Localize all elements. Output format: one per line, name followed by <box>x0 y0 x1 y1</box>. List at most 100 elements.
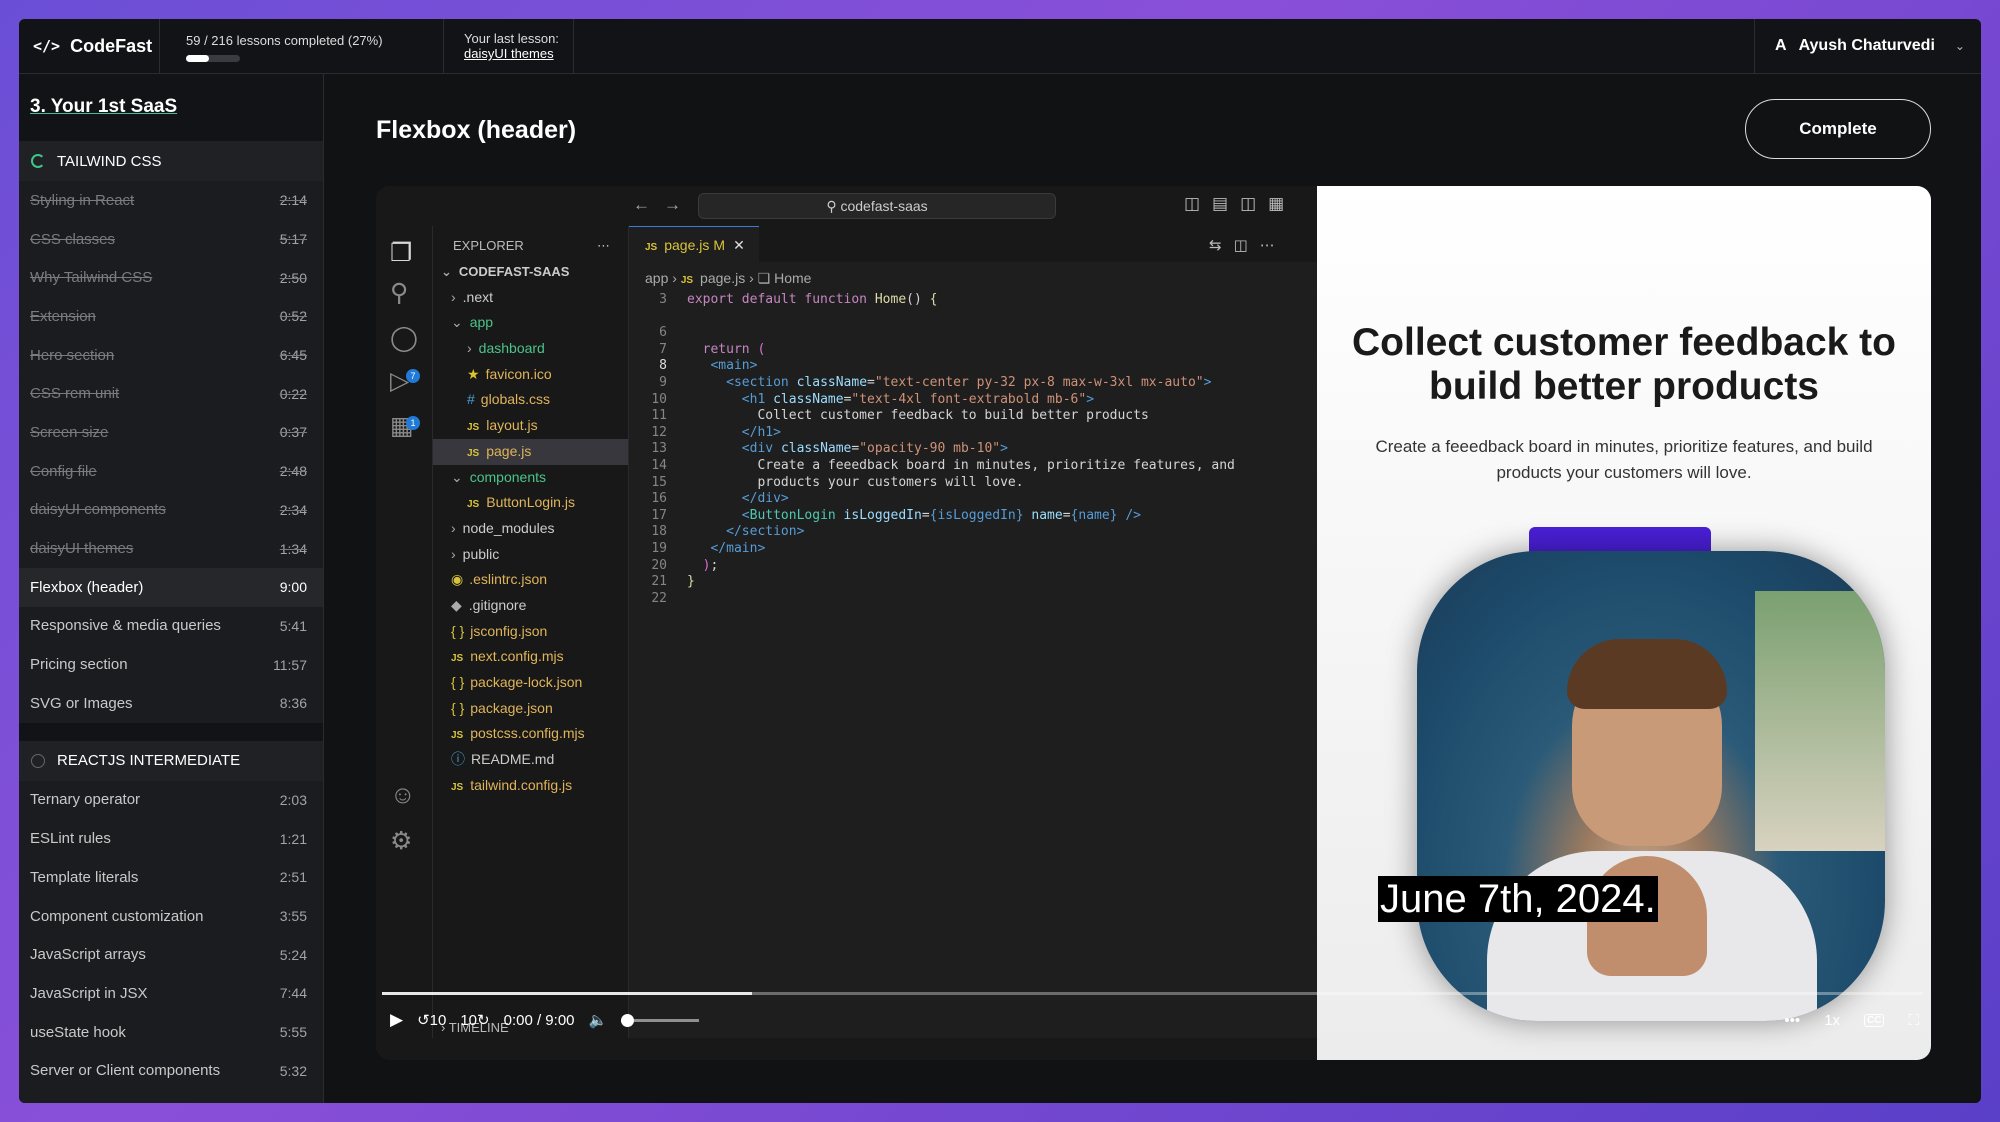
lesson-item[interactable]: CSS rem unit 0:22 <box>19 374 323 413</box>
code-line: 7 return ( <box>629 342 1309 359</box>
code-line: 20 ); <box>629 558 1309 575</box>
file-name: .eslintrc.json <box>469 571 548 588</box>
line-number: 9 <box>659 374 667 390</box>
lesson-item[interactable]: Flexbox (header) 9:00 <box>19 567 323 607</box>
lesson-item[interactable]: Ternary operator 2:03 <box>19 781 323 820</box>
code-text: Collect customer feedback to build bette… <box>687 408 1149 424</box>
tab-modified: M <box>713 237 726 253</box>
video-scrubber[interactable] <box>376 989 1931 995</box>
js-file-icon: JS <box>451 730 464 742</box>
info-icon: ⓘ <box>451 751 465 768</box>
code-line: 10 <h1 className="text-4xl font-extrabol… <box>629 392 1309 409</box>
lesson-item[interactable]: SVG or Images 8:36 <box>19 684 323 723</box>
gear-icon: ⚙ <box>390 827 413 855</box>
file-tree-item: JS ButtonLogin.js <box>433 490 628 516</box>
lesson-duration: 2:03 <box>279 791 307 808</box>
extensions-badge: 1 <box>406 416 420 430</box>
code-text: </section> <box>726 524 805 540</box>
lesson-item[interactable]: JavaScript arrays 5:24 <box>19 935 323 974</box>
code-editor: 3 export default function Home() {6 7 retu… <box>629 292 1309 607</box>
lesson-duration: 1:34 <box>279 540 307 557</box>
lesson-item[interactable]: CSS classes 5:17 <box>19 220 323 259</box>
lesson-label: CSS classes <box>30 230 116 248</box>
lesson-label: Pricing section <box>30 656 128 674</box>
lesson-duration: 0:52 <box>279 308 307 325</box>
lesson-label: Styling in React <box>30 191 135 209</box>
code-line: 6 <box>629 325 1309 342</box>
code-text: <div className="opacity-90 mb-10"> <box>741 441 1008 457</box>
lesson-item[interactable]: Template literals 2:51 <box>19 858 323 897</box>
more-options-icon[interactable]: ••• <box>1784 1012 1800 1029</box>
code-line: 14 Create a feeedback board in minutes, … <box>629 458 1309 475</box>
lesson-item[interactable]: Hero section 6:45 <box>19 336 323 375</box>
lesson-duration: 2:14 <box>279 192 307 209</box>
forward-button[interactable]: 10↻ <box>460 1011 489 1029</box>
lesson-item[interactable]: Pricing section 11:57 <box>19 645 323 684</box>
search-icon: ⚲ <box>390 279 409 307</box>
fullscreen-icon[interactable]: ⛶ <box>1908 1012 1919 1029</box>
code-line: 16 </div> <box>629 491 1309 508</box>
lesson-item[interactable]: Extension 0:52 <box>19 297 323 336</box>
lesson-item[interactable]: useState hook 5:55 <box>19 1013 323 1052</box>
progress-bar-fill <box>186 55 210 62</box>
volume-slider[interactable] <box>621 1013 700 1027</box>
volume-icon[interactable]: 🔈 <box>589 1011 608 1029</box>
playback-speed-button[interactable]: 1x <box>1824 1012 1840 1029</box>
file-tree-item: ◆ .gitignore <box>433 593 628 619</box>
video-editor-frame: ←→ ⚲ codefast-saas ◫▤◫▦ ❐ ⚲ ◯ 7 ▷ ▦ 1 ☺ … <box>376 186 1324 1060</box>
volume-knob[interactable] <box>621 1013 635 1027</box>
video-player[interactable]: ←→ ⚲ codefast-saas ◫▤◫▦ ❐ ⚲ ◯ 7 ▷ ▦ 1 ☺ … <box>376 186 1931 1060</box>
search-icon: ⚲ <box>826 198 837 214</box>
file-name: node_modules <box>462 519 555 536</box>
complete-button[interactable]: Complete <box>1745 99 1931 159</box>
last-lesson-link[interactable]: daisyUI themes <box>464 46 554 61</box>
user-menu[interactable]: A Ayush Chaturvedi ⌄ <box>1754 19 1981 73</box>
last-lesson: Your last lesson: daisyUI themes <box>444 19 574 73</box>
lesson-duration: 5:17 <box>279 231 307 248</box>
section-title: TAILWIND CSS <box>57 152 162 170</box>
lesson-item[interactable]: Server or Client components 5:32 <box>19 1051 323 1090</box>
line-number: 19 <box>651 540 667 556</box>
tab-tools: ⇆◫⋯ <box>1209 237 1287 254</box>
section-header[interactable]: REACTJS INTERMEDIATE <box>19 740 323 781</box>
lesson-duration: 1:21 <box>279 830 307 847</box>
code-icon: </> <box>33 37 61 55</box>
lesson-item[interactable]: Why Tailwind CSS 2:50 <box>19 258 323 297</box>
file-tree-item: JS page.js <box>433 438 628 465</box>
line-number: 14 <box>651 457 667 473</box>
lesson-item[interactable]: Responsive & media queries 5:41 <box>19 607 323 646</box>
lesson-duration: 9:00 <box>279 579 307 596</box>
rewind-button[interactable]: ↺10 <box>417 1011 446 1029</box>
lesson-item[interactable]: Component customization 3:55 <box>19 897 323 936</box>
lesson-item[interactable]: daisyUI themes 1:34 <box>19 529 323 568</box>
lesson-item[interactable]: daisyUI components 2:34 <box>19 491 323 530</box>
captions-button[interactable]: CC <box>1864 1013 1885 1027</box>
video-controls: ▶ ↺10 10↻ 0:00 / 9:00 🔈 ••• 1x CC ⛶ <box>376 1000 1931 1040</box>
section-header[interactable]: TAILWIND CSS <box>19 141 323 181</box>
file-name: .gitignore <box>468 596 527 613</box>
lesson-item[interactable]: Config file 2:48 <box>19 452 323 491</box>
tab-page-js: JS page.js M ✕ <box>629 226 759 262</box>
code-line: 21} <box>629 574 1309 591</box>
play-icon[interactable]: ▶ <box>390 1010 403 1030</box>
file-tree-item: JS next.config.mjs <box>433 644 628 670</box>
line-number: 13 <box>651 441 667 457</box>
lesson-duration: 2:48 <box>279 463 307 480</box>
json-file-icon: { } <box>451 622 465 639</box>
code-line: 15 products your customers will love. <box>629 475 1309 492</box>
code-line: 19 </main> <box>629 541 1309 558</box>
source-control-icon: ◯ <box>390 324 418 352</box>
file-name: page.js <box>486 442 532 459</box>
lesson-item[interactable]: ESLint rules 1:21 <box>19 819 323 858</box>
lesson-item[interactable]: JavaScript in JSX 7:44 <box>19 974 323 1013</box>
lesson-item[interactable]: Screen size 0:37 <box>19 413 323 452</box>
lesson-duration: 5:32 <box>279 1062 307 1079</box>
brand-logo[interactable]: </> CodeFast <box>19 19 160 73</box>
lesson-item[interactable]: Styling in React 2:14 <box>19 181 323 220</box>
file-name: app <box>469 314 494 331</box>
file-tree-item: ⓘ README.md <box>433 747 628 773</box>
file-tree-item: { } package.json <box>433 696 628 722</box>
lesson-label: SVG or Images <box>30 694 133 712</box>
code-line: 13 <div className="opacity-90 mb-10"> <box>629 441 1309 458</box>
json-file-icon: { } <box>451 674 465 690</box>
